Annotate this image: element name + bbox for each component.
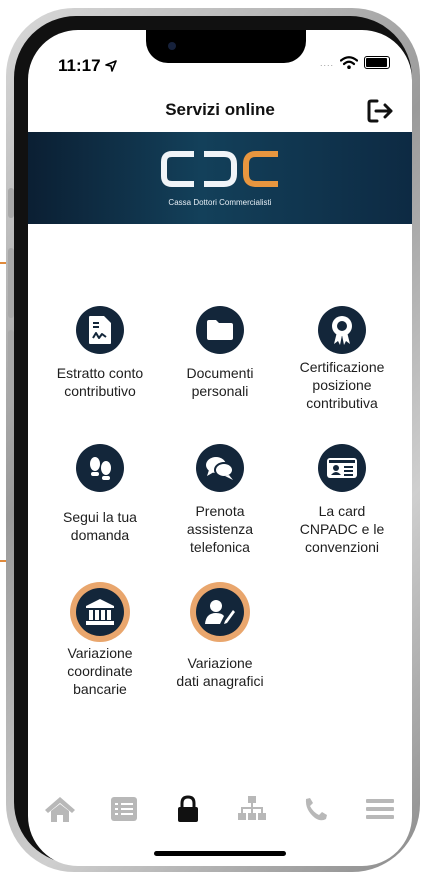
service-label: Documenti personali: [186, 365, 254, 399]
service-variazione-coordinate[interactable]: Variazione coordinate bancarie: [36, 588, 164, 698]
battery-icon: [364, 56, 390, 69]
service-certificazione[interactable]: Certificazione posizione contributiva: [278, 306, 406, 412]
chat-icon: [206, 457, 234, 480]
tab-network[interactable]: [233, 790, 271, 828]
list-icon: [111, 797, 137, 821]
tab-menu[interactable]: [361, 790, 399, 828]
cdc-banner: Cassa Dottori Commercialisti: [28, 132, 412, 224]
menu-icon: [366, 799, 394, 819]
icon-badge: [76, 588, 124, 636]
document-signature-icon: [89, 316, 111, 344]
service-label: Variazione dati anagrafici: [176, 655, 264, 689]
icon-badge: [196, 306, 244, 354]
icon-badge: [318, 306, 366, 354]
header: Servizi online: [28, 90, 412, 134]
service-label: Variazione coordinate bancarie: [67, 645, 133, 697]
service-label: Segui la tua domanda: [63, 509, 137, 543]
screen: 11:17 .... Servizi online Cassa Dottori …: [28, 30, 412, 866]
page-title: Servizi online: [165, 100, 275, 119]
tab-phone[interactable]: [297, 790, 335, 828]
status-bar: 11:17 ....: [28, 30, 412, 76]
tab-bar: [28, 784, 412, 834]
camera: [168, 42, 176, 50]
service-card-cnpadc[interactable]: La card CNPADC e le convenzioni: [278, 444, 406, 556]
footprints-icon: [90, 457, 111, 480]
cdc-logo: [161, 151, 278, 187]
icon-badge: [196, 588, 244, 636]
banner-subtitle: Cassa Dottori Commercialisti: [168, 198, 272, 207]
home-icon: [45, 797, 75, 822]
icon-badge: [318, 444, 366, 492]
icon-badge: [196, 444, 244, 492]
phone-frame: 11:17 .... Servizi online Cassa Dottori …: [6, 8, 420, 872]
tab-lock[interactable]: [169, 790, 207, 828]
icon-badge: [76, 306, 124, 354]
lock-icon: [178, 795, 198, 822]
service-label: Prenota assistenza telefonica: [186, 503, 254, 555]
wifi-icon: [340, 56, 358, 69]
icon-badge: [76, 444, 124, 492]
tab-home[interactable]: [41, 790, 79, 828]
location-arrow-icon: [105, 60, 118, 72]
folder-icon: [207, 320, 233, 340]
logout-icon[interactable]: [366, 97, 396, 125]
home-indicator: [154, 851, 286, 856]
bank-icon: [86, 599, 114, 625]
service-variazione-dati[interactable]: Variazione dati anagrafici: [156, 588, 284, 690]
certificate-icon: [332, 316, 352, 345]
status-time: 11:17: [58, 56, 118, 76]
service-prenota-assistenza[interactable]: Prenota assistenza telefonica: [156, 444, 284, 556]
network-icon: [238, 796, 266, 820]
status-indicators: ....: [320, 56, 390, 69]
id-card-icon: [327, 458, 357, 478]
phone-icon: [305, 798, 327, 821]
user-edit-icon: [205, 600, 235, 624]
service-segui-domanda[interactable]: Segui la tua domanda: [36, 444, 164, 544]
service-label: Estratto conto contributivo: [56, 365, 144, 399]
service-documenti-personali[interactable]: Documenti personali: [156, 306, 284, 400]
service-estratto-conto[interactable]: Estratto conto contributivo: [36, 306, 164, 400]
service-label: La card CNPADC e le convenzioni: [299, 503, 385, 555]
service-label: Certificazione posizione contributiva: [299, 359, 385, 411]
signal-dots-icon: ....: [319, 57, 334, 68]
tab-list[interactable]: [105, 790, 143, 828]
